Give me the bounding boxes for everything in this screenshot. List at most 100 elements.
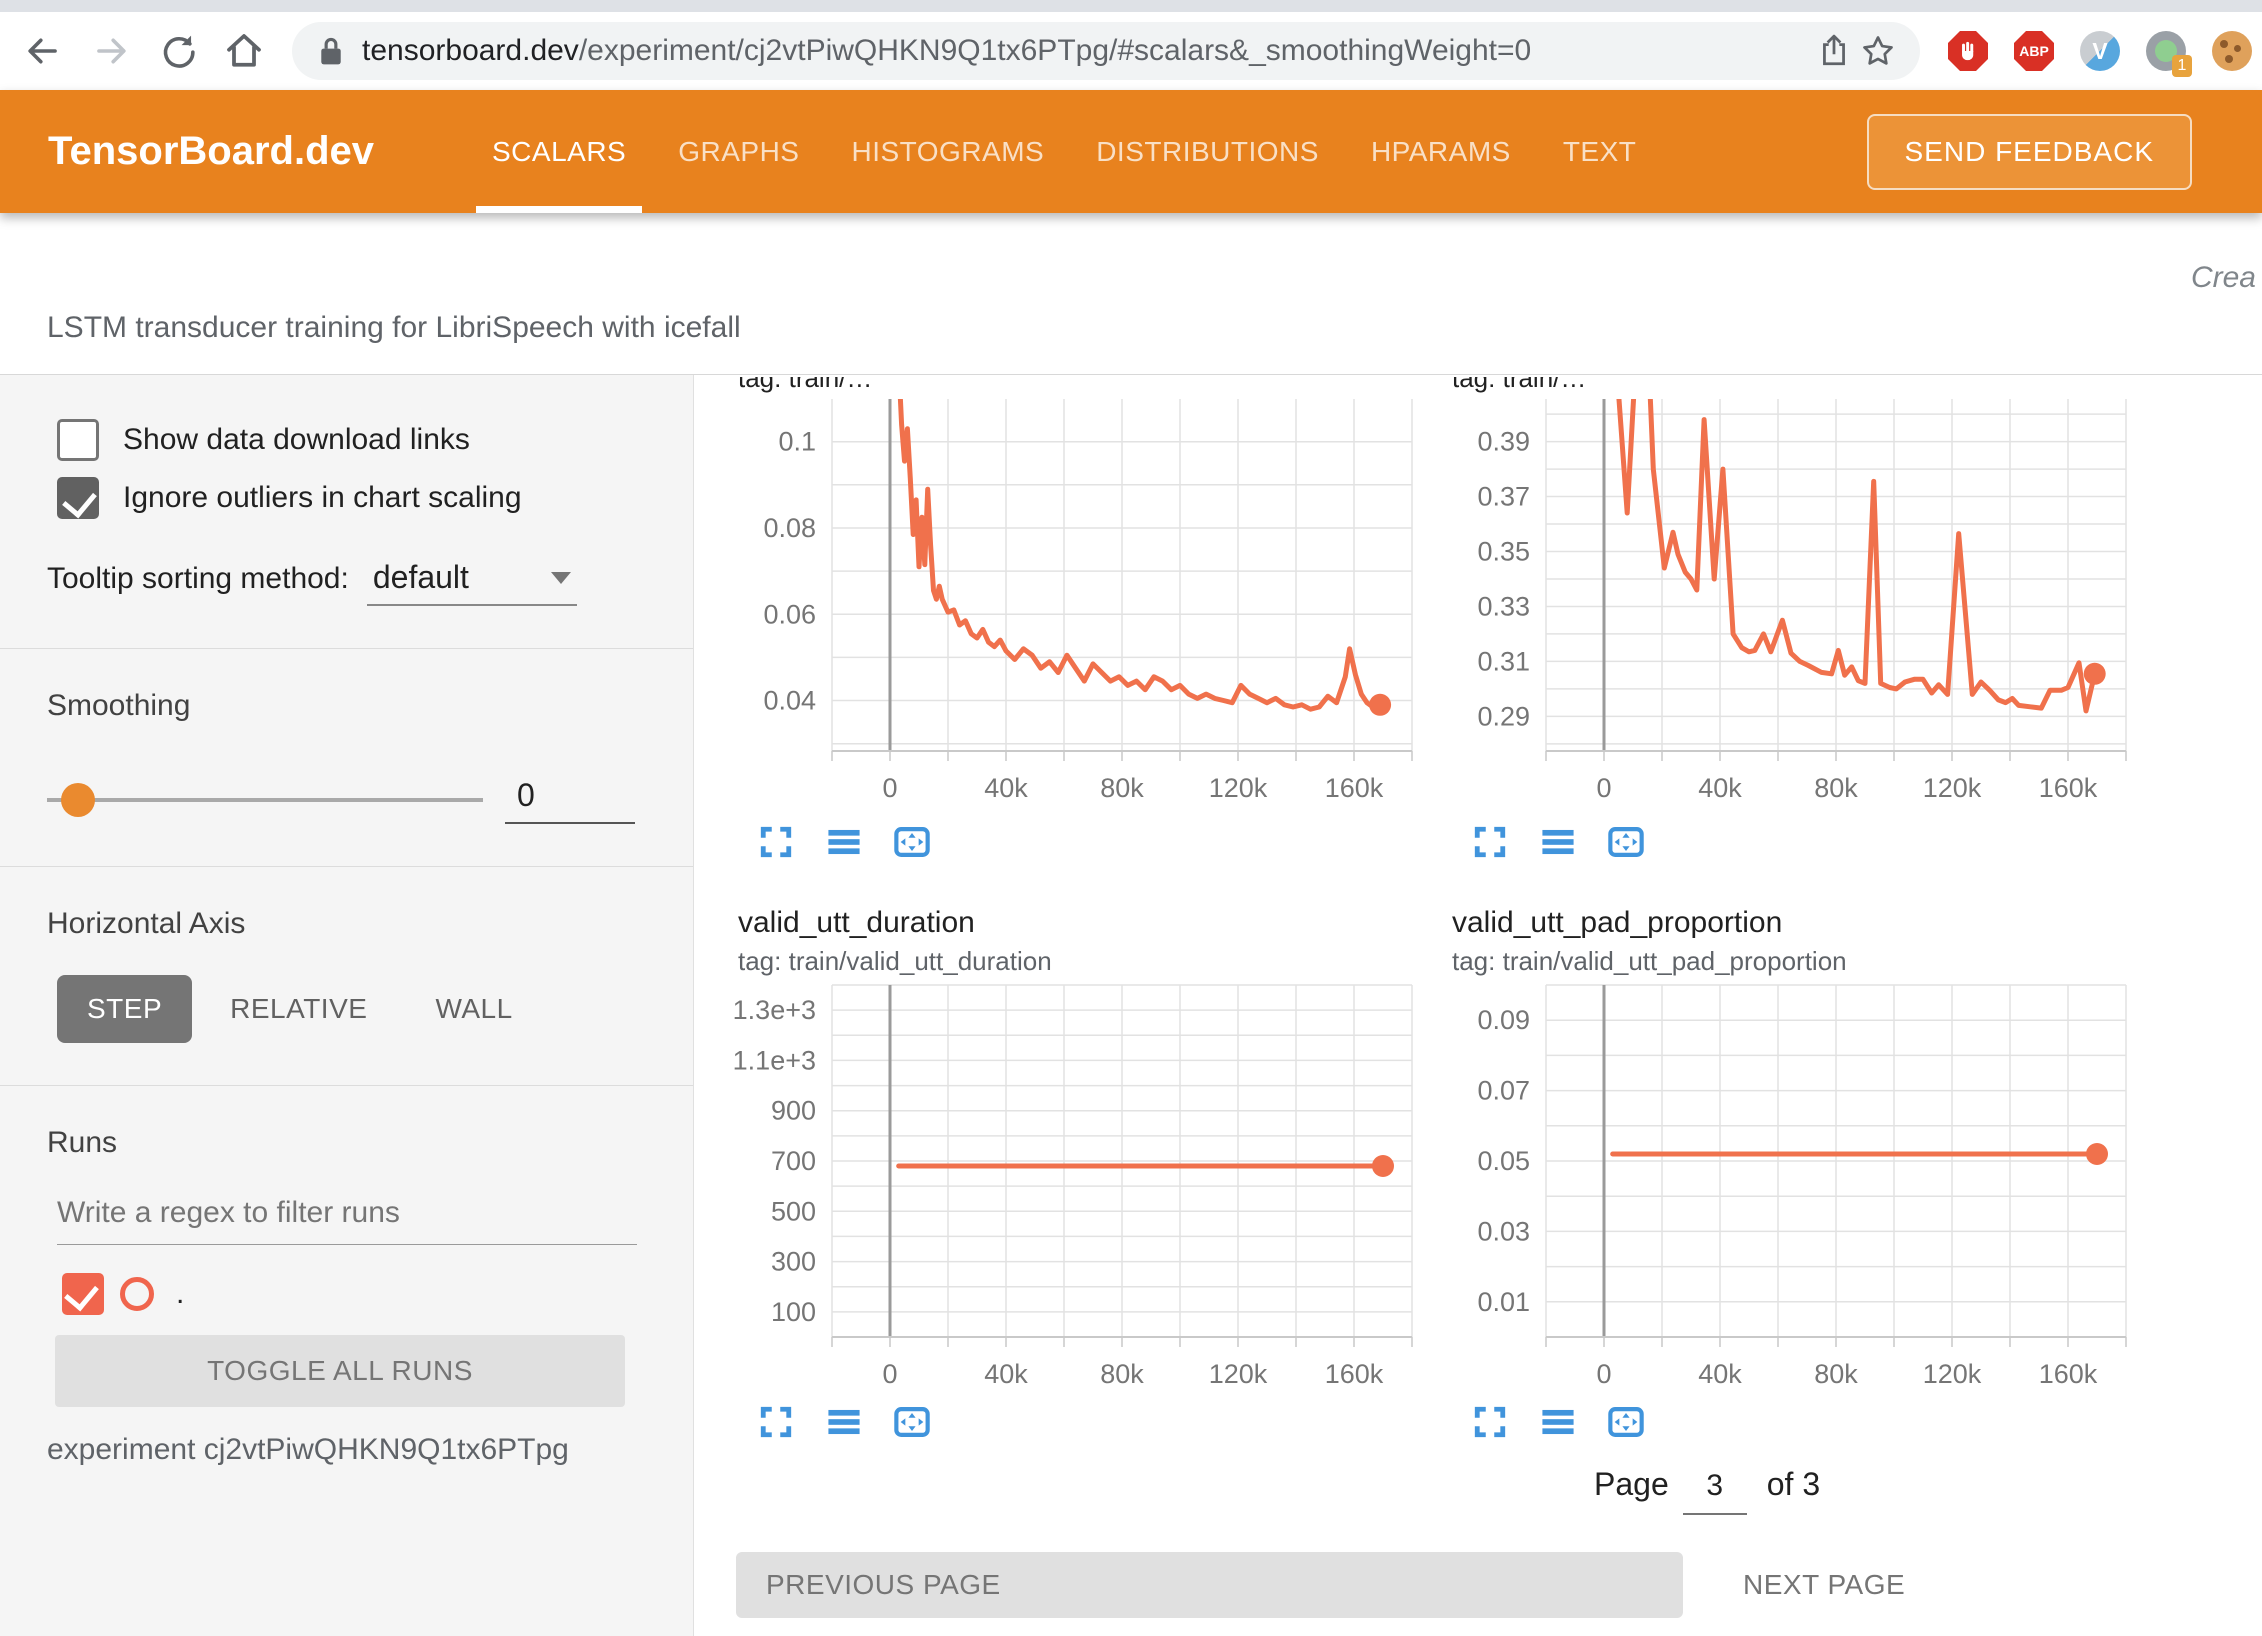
privacy-extension-icon[interactable]: 1 — [2146, 31, 2186, 71]
data-table-icon[interactable] — [826, 1404, 862, 1440]
svg-text:0.1: 0.1 — [778, 427, 816, 457]
data-table-icon[interactable] — [1540, 1404, 1576, 1440]
axis-toggle-group: STEP RELATIVE WALL — [57, 975, 693, 1043]
show-download-checkbox[interactable] — [57, 419, 99, 461]
home-icon[interactable] — [222, 29, 266, 73]
svg-text:120k: 120k — [1923, 1359, 1982, 1389]
slider-knob[interactable] — [61, 783, 95, 817]
svg-text:0.33: 0.33 — [1477, 592, 1530, 622]
svg-text:1.3e+3: 1.3e+3 — [733, 995, 816, 1025]
data-table-icon[interactable] — [826, 824, 862, 860]
browser-toolbar: tensorboard.dev/experiment/cj2vtPiwQHKN9… — [0, 12, 2262, 90]
runs-label: Runs — [47, 1126, 693, 1160]
chart-svg[interactable]: 0.390.370.350.330.310.29040k80k120k160k — [1428, 399, 2134, 809]
cookie-extension-icon[interactable] — [2212, 31, 2252, 71]
subheader: Crea LSTM transducer training for LibriS… — [0, 213, 2262, 375]
tab-text[interactable]: TEXT — [1537, 90, 1663, 213]
pagination: Page of 3 — [1594, 1466, 2262, 1515]
svg-text:160k: 160k — [2039, 1359, 2098, 1389]
toggle-all-runs-button[interactable]: TOGGLE ALL RUNS — [55, 1335, 625, 1407]
main-content: Show data download links Ignore outliers… — [0, 375, 2262, 1636]
chart-toolbar — [1472, 824, 2134, 860]
horizontal-axis-label: Horizontal Axis — [47, 907, 693, 941]
svg-text:160k: 160k — [1325, 1359, 1384, 1389]
smoothing-value-input[interactable] — [505, 775, 635, 824]
svg-text:1.1e+3: 1.1e+3 — [733, 1045, 816, 1075]
page-number-input[interactable] — [1683, 1469, 1747, 1515]
chart-svg[interactable]: 0.090.070.050.030.01040k80k120k160k — [1428, 979, 2134, 1389]
fullscreen-icon[interactable] — [758, 1404, 794, 1440]
svg-text:0.39: 0.39 — [1477, 427, 1530, 457]
chart-title: valid_utt_duration — [738, 906, 1420, 940]
svg-text:0: 0 — [1596, 1359, 1611, 1389]
ignore-outliers-checkbox[interactable] — [57, 477, 99, 519]
runs-filter-input[interactable] — [57, 1196, 637, 1245]
previous-page-button[interactable]: PREVIOUS PAGE — [736, 1552, 1683, 1618]
fit-domain-icon[interactable] — [894, 1404, 930, 1440]
axis-step-button[interactable]: STEP — [57, 975, 192, 1043]
run-checkbox[interactable] — [62, 1273, 104, 1315]
share-icon[interactable] — [1812, 29, 1856, 73]
lock-icon — [316, 34, 346, 68]
blocker-hand-icon[interactable] — [1948, 31, 1988, 71]
svg-text:0.09: 0.09 — [1477, 1005, 1530, 1035]
browser-tabstrip — [0, 0, 2262, 12]
tab-distributions[interactable]: DISTRIBUTIONS — [1070, 90, 1345, 213]
ignore-outliers-label: Ignore outliers in chart scaling — [123, 481, 522, 515]
sidebar-divider — [0, 866, 693, 867]
fit-domain-icon[interactable] — [1608, 824, 1644, 860]
chart-svg[interactable]: 0.10.080.060.04040k80k120k160k — [714, 399, 1420, 809]
tab-scalars[interactable]: SCALARS — [466, 90, 652, 213]
svg-text:0.37: 0.37 — [1477, 482, 1530, 512]
fullscreen-icon[interactable] — [758, 824, 794, 860]
axis-wall-button[interactable]: WALL — [405, 975, 542, 1043]
svg-text:0: 0 — [882, 773, 897, 803]
svg-text:0.08: 0.08 — [763, 513, 816, 543]
svg-text:80k: 80k — [1814, 1359, 1858, 1389]
url-bar[interactable]: tensorboard.dev/experiment/cj2vtPiwQHKN9… — [292, 22, 1920, 80]
fullscreen-icon[interactable] — [1472, 824, 1508, 860]
url-host: tensorboard.dev — [362, 34, 579, 67]
vimium-icon[interactable]: V — [2080, 31, 2120, 71]
chart-card: tag: train/… 0.10.080.060.04040k80k120k1… — [714, 377, 1420, 860]
next-page-button[interactable]: NEXT PAGE — [1717, 1551, 1931, 1619]
app-logo: TensorBoard.dev — [48, 129, 374, 174]
data-table-icon[interactable] — [1540, 824, 1576, 860]
chart-title: valid_utt_pad_proportion — [1452, 906, 2134, 940]
extension-area: ABP V 1 — [1948, 31, 2252, 71]
tab-hparams[interactable]: HPARAMS — [1345, 90, 1537, 213]
forward-icon[interactable] — [90, 29, 134, 73]
chart-tag: tag: train/valid_utt_pad_proportion — [1452, 946, 2134, 977]
fit-domain-icon[interactable] — [894, 824, 930, 860]
fit-domain-icon[interactable] — [1608, 1404, 1644, 1440]
svg-text:80k: 80k — [1100, 1359, 1144, 1389]
smoothing-slider[interactable] — [47, 782, 483, 818]
abp-icon[interactable]: ABP — [2014, 31, 2054, 71]
chart-tag-clipped: tag: train/… — [738, 377, 1420, 399]
tooltip-sorting-label: Tooltip sorting method: — [47, 562, 349, 596]
bookmark-star-icon[interactable] — [1856, 29, 1900, 73]
axis-relative-button[interactable]: RELATIVE — [200, 975, 397, 1043]
svg-text:0.06: 0.06 — [763, 599, 816, 629]
svg-text:900: 900 — [771, 1096, 816, 1126]
run-name: . — [176, 1277, 184, 1311]
svg-text:0.03: 0.03 — [1477, 1216, 1530, 1246]
fullscreen-icon[interactable] — [1472, 1404, 1508, 1440]
reload-icon[interactable] — [156, 29, 200, 73]
svg-text:40k: 40k — [984, 1359, 1028, 1389]
abp-label: ABP — [2019, 43, 2049, 59]
chart-card: tag: train/… 0.390.370.350.330.310.29040… — [1428, 377, 2134, 860]
send-feedback-button[interactable]: SEND FEEDBACK — [1867, 114, 2193, 190]
svg-text:0: 0 — [882, 1359, 897, 1389]
tooltip-sorting-select[interactable]: default — [367, 559, 577, 606]
chart-svg[interactable]: 1.3e+31.1e+3900700500300100040k80k120k16… — [714, 979, 1420, 1389]
tab-graphs[interactable]: GRAPHS — [652, 90, 825, 213]
svg-text:0: 0 — [1596, 773, 1611, 803]
experiment-title: LSTM transducer training for LibriSpeech… — [47, 311, 741, 345]
page-label: Page — [1594, 1466, 1669, 1503]
tooltip-sorting-row: Tooltip sorting method: default — [47, 559, 693, 606]
tooltip-sorting-value: default — [373, 559, 469, 596]
back-icon[interactable] — [20, 29, 64, 73]
tab-histograms[interactable]: HISTOGRAMS — [825, 90, 1070, 213]
svg-text:500: 500 — [771, 1196, 816, 1226]
